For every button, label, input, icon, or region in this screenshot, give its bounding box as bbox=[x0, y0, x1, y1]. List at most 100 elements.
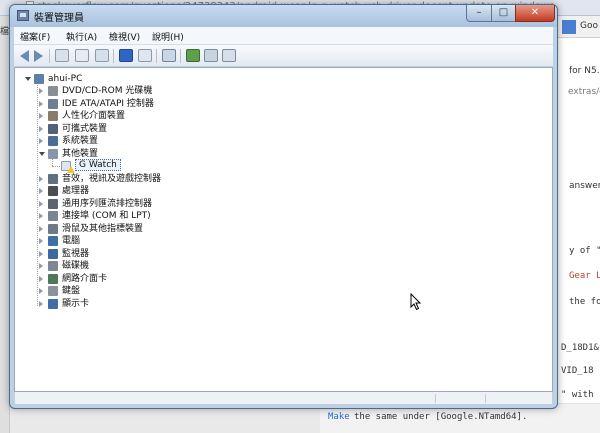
window-title: 裝置管理員 bbox=[34, 13, 84, 24]
tree-guide-line bbox=[37, 82, 38, 306]
tree-item-label: 音效，視訊及遊戲控制器 bbox=[62, 174, 162, 184]
details-view-icon[interactable] bbox=[95, 49, 109, 62]
expand-arrow-icon[interactable] bbox=[39, 226, 43, 232]
computer-icon bbox=[34, 74, 44, 84]
status-separator bbox=[485, 394, 486, 403]
pc-icon bbox=[48, 236, 58, 246]
page-text-snippet: D_18D1& bbox=[561, 343, 599, 353]
tree-item-label: 網路介面卡 bbox=[62, 274, 108, 284]
tree-item-label: 連接埠 (COM 和 LPT) bbox=[62, 211, 151, 221]
page-text-snippet: extras/g bbox=[568, 87, 600, 97]
tree-item-label: 人性化介面裝置 bbox=[62, 111, 126, 121]
forward-arrow-icon[interactable] bbox=[34, 50, 43, 62]
minimize-button[interactable]: – bbox=[466, 5, 492, 22]
page-text-snippet: answer bbox=[569, 181, 600, 191]
processor-icon bbox=[48, 186, 58, 196]
display-adapter-icon bbox=[48, 299, 58, 309]
uninstall-icon[interactable] bbox=[204, 49, 218, 62]
close-button[interactable]: ✕ bbox=[515, 5, 555, 22]
expand-arrow-icon[interactable] bbox=[39, 176, 43, 182]
google-tab-label[interactable]: Goo bbox=[580, 21, 598, 31]
tree-item-label: IDE ATA/ATAPI 控制器 bbox=[62, 99, 154, 109]
tree-item-label: 滑鼠及其他指標裝置 bbox=[62, 224, 144, 234]
expand-arrow-icon[interactable] bbox=[39, 113, 43, 119]
back-arrow-icon[interactable] bbox=[20, 50, 29, 62]
page-text-snippet: Make bbox=[328, 412, 350, 422]
expand-arrow-icon[interactable] bbox=[39, 101, 43, 107]
page-text-snippet: the fo bbox=[569, 297, 600, 307]
device-manager-icon bbox=[17, 10, 29, 21]
tree-item-label: 電腦 bbox=[62, 236, 81, 246]
page-text-snippet: the same under [Google.NTamd64]. bbox=[354, 412, 528, 422]
page-text-snippet: VID_18 bbox=[561, 366, 594, 376]
other-devices-icon bbox=[48, 149, 58, 159]
expand-arrow-icon[interactable] bbox=[39, 201, 43, 207]
expand-arrow-icon[interactable] bbox=[39, 263, 43, 269]
expand-arrow-icon[interactable] bbox=[39, 188, 43, 194]
menu-item[interactable]: 檢視(V) bbox=[109, 30, 140, 43]
warning-icon bbox=[67, 166, 75, 173]
portable-device-icon bbox=[48, 124, 58, 134]
expand-arrow-icon[interactable] bbox=[39, 138, 43, 144]
sound-icon bbox=[48, 174, 58, 184]
tree-item-label: G Watch bbox=[75, 159, 121, 171]
expand-arrow-icon[interactable] bbox=[39, 276, 43, 282]
tree-item-label: 顯示卡 bbox=[62, 299, 90, 309]
browser-tabs: Goo bbox=[556, 16, 600, 38]
tree-item-label: 磁碟機 bbox=[62, 261, 90, 271]
mouse-icon bbox=[48, 224, 58, 234]
mouse-cursor-icon bbox=[410, 293, 422, 311]
monitor-icon bbox=[48, 249, 58, 259]
toolbar-separator bbox=[180, 49, 181, 63]
tree-item-label: 系統裝置 bbox=[62, 136, 99, 146]
page-text-snippet: Gear L bbox=[569, 271, 600, 281]
expand-arrow-icon[interactable] bbox=[39, 213, 43, 219]
menu-bar: 檔案(F) 執行(A) 檢視(V) 說明(H) bbox=[14, 27, 553, 45]
expand-arrow-icon[interactable] bbox=[39, 126, 43, 132]
tree-item-label: ahui-PC bbox=[48, 74, 83, 84]
view-icon[interactable] bbox=[138, 49, 152, 62]
ide-controller-icon bbox=[48, 99, 58, 109]
usb-icon bbox=[48, 199, 58, 209]
scan-hardware-icon[interactable] bbox=[162, 49, 176, 62]
expand-arrow-icon[interactable] bbox=[39, 288, 43, 294]
disable-device-icon[interactable] bbox=[222, 49, 236, 62]
tree-item-label: 可攜式裝置 bbox=[62, 124, 108, 134]
expand-arrow-icon[interactable] bbox=[39, 88, 43, 94]
page-text-snippet: y of ". bbox=[569, 246, 600, 256]
unknown-device-warning-icon bbox=[61, 161, 75, 173]
toolbar-separator bbox=[156, 49, 157, 63]
maximize-button[interactable]: □ bbox=[491, 5, 516, 22]
hid-icon bbox=[48, 111, 58, 121]
tree-item-label: 監視器 bbox=[62, 249, 90, 259]
collapse-arrow-icon[interactable] bbox=[25, 77, 31, 81]
disk-drive-icon bbox=[48, 261, 58, 271]
bookmark-icon[interactable] bbox=[562, 20, 576, 34]
left-strip-label: 檔 bbox=[0, 27, 10, 37]
keyboard-icon bbox=[48, 286, 58, 296]
port-icon bbox=[48, 211, 58, 221]
tree-item-label: 通用序列匯流排控制器 bbox=[62, 199, 153, 209]
toolbar bbox=[14, 45, 553, 67]
tree-item-label: DVD/CD-ROM 光碟機 bbox=[62, 86, 153, 96]
menu-item[interactable]: 執行(A) bbox=[66, 30, 97, 43]
expand-arrow-icon[interactable] bbox=[39, 251, 43, 257]
menu-item[interactable]: 說明(H) bbox=[152, 30, 184, 43]
expand-arrow-icon[interactable] bbox=[39, 238, 43, 244]
properties-sheet-icon[interactable] bbox=[75, 49, 89, 62]
show-hide-tree-icon[interactable] bbox=[55, 49, 69, 62]
toolbar-separator bbox=[113, 49, 114, 63]
menu-item[interactable]: 檔案(F) bbox=[20, 30, 50, 43]
tree-item-label: 鍵盤 bbox=[62, 286, 81, 296]
network-adapter-icon bbox=[48, 274, 58, 284]
collapse-arrow-icon[interactable] bbox=[39, 152, 45, 156]
dvd-drive-icon bbox=[48, 86, 58, 96]
device-tree-pane[interactable]: ahui-PC DVD/CD-ROM 光碟機 IDE ATA/ATAPI 控制器 人性… bbox=[14, 67, 553, 392]
update-driver-icon[interactable] bbox=[186, 49, 200, 62]
title-bar[interactable]: 裝置管理員 – □ ✕ bbox=[10, 5, 557, 27]
system-device-icon bbox=[48, 136, 58, 146]
expand-arrow-icon[interactable] bbox=[39, 301, 43, 307]
toolbar-separator bbox=[49, 49, 50, 63]
help-icon[interactable] bbox=[119, 49, 133, 62]
page-text-snippet: for N5. – bbox=[569, 66, 600, 76]
